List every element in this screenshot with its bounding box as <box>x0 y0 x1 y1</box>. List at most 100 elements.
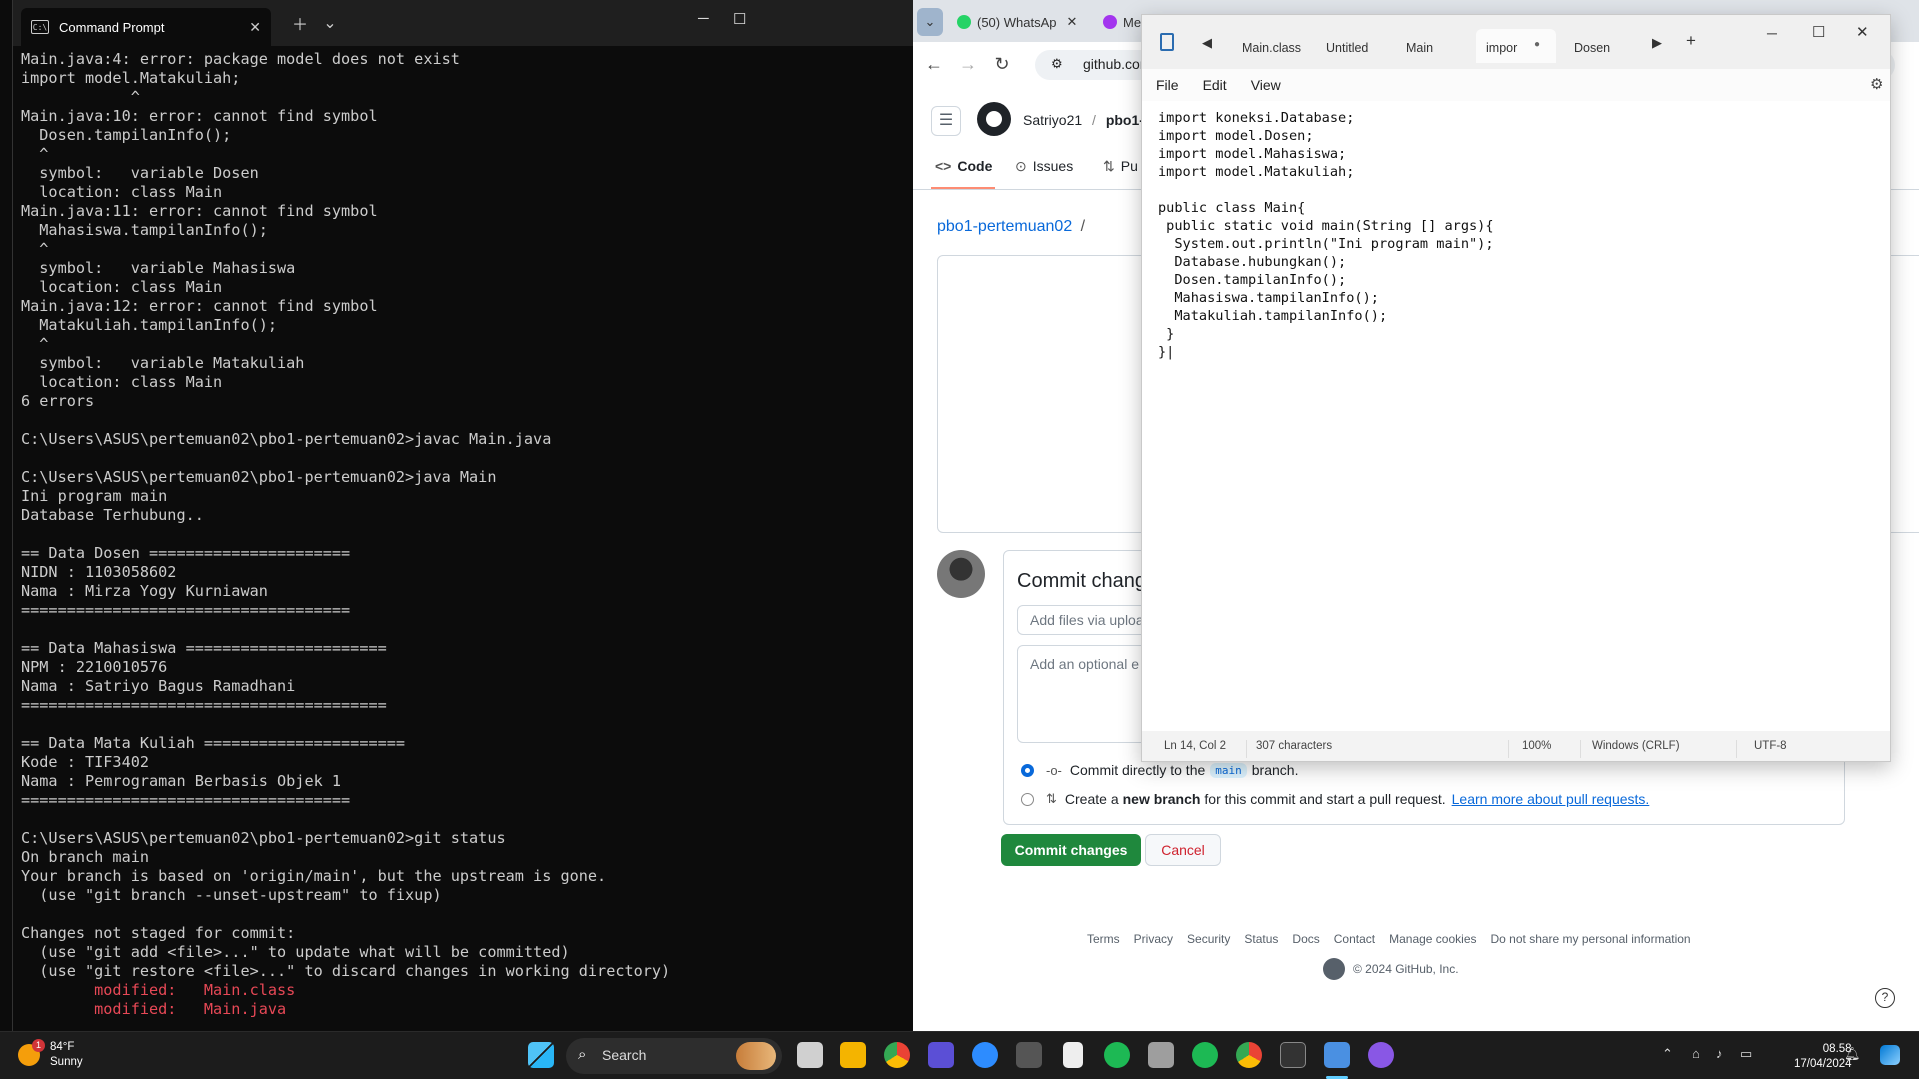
reload-button[interactable]: ↻ <box>985 54 1019 75</box>
footer-link[interactable]: Docs <box>1292 932 1319 946</box>
notepad-window: ◀ Main.class Untitled Main impor ● Dosen… <box>1141 14 1891 762</box>
tab-main-class[interactable]: Main.class <box>1232 29 1312 63</box>
repo-owner-breadcrumb[interactable]: Satriyo21 / pbo1- <box>1023 112 1144 128</box>
taskbar-search[interactable]: ⌕ Search <box>566 1038 782 1074</box>
notification-badge: 1 <box>32 1039 45 1052</box>
close-button[interactable]: ✕ <box>1856 23 1869 41</box>
footer-link[interactable]: Privacy <box>1134 932 1173 946</box>
maximize-button[interactable]: ☐ <box>733 10 746 28</box>
tab-whatsapp[interactable]: (50) WhatsAp ✕ <box>949 8 1089 36</box>
footer-link[interactable]: Terms <box>1087 932 1120 946</box>
menu-icon[interactable]: ☰ <box>931 106 961 136</box>
tab-import-active[interactable]: impor ● <box>1476 29 1556 63</box>
radio-selected-icon[interactable] <box>1021 763 1034 777</box>
pull-request-icon: ⇅ <box>1103 158 1115 174</box>
chevron-up-icon[interactable]: ⌃ <box>1662 1046 1673 1062</box>
radio-direct-label: Commit directly to the <box>1069 762 1206 778</box>
footer-link[interactable]: Status <box>1244 932 1278 946</box>
tab-main[interactable]: Main <box>1396 29 1472 63</box>
code-editor[interactable]: import koneksi.Database; import model.Do… <box>1142 101 1890 731</box>
footer-link[interactable]: Manage cookies <box>1389 932 1476 946</box>
new-tab-button[interactable]: ＋ <box>285 11 315 35</box>
chrome-icon[interactable] <box>1236 1042 1262 1068</box>
volume-icon[interactable]: ♪ <box>1716 1046 1723 1061</box>
owner-link[interactable]: Satriyo21 <box>1023 112 1082 128</box>
radio-unselected-icon[interactable] <box>1021 792 1034 806</box>
visual-studio-icon[interactable] <box>928 1042 954 1068</box>
menu-edit[interactable]: Edit <box>1203 77 1227 93</box>
status-line-ending[interactable]: Windows (CRLF) <box>1592 740 1680 752</box>
store-icon[interactable] <box>1148 1042 1174 1068</box>
terminal-icon[interactable] <box>1280 1042 1306 1068</box>
github-desktop-icon[interactable] <box>1368 1042 1394 1068</box>
radio-commit-direct[interactable]: -o- Commit directly to the main branch. <box>1021 762 1298 778</box>
file-explorer-icon[interactable] <box>840 1042 866 1068</box>
clock[interactable]: 08.58 17/04/2024 <box>1794 1042 1852 1072</box>
status-divider <box>1508 740 1509 758</box>
back-button[interactable]: ← <box>917 54 951 75</box>
file-breadcrumb[interactable]: pbo1-pertemuan02 / <box>937 218 1085 236</box>
site-info-icon[interactable]: ⚙ <box>1051 56 1063 72</box>
footer-link[interactable]: Security <box>1187 932 1230 946</box>
clock-time: 08.58 <box>1822 1043 1852 1055</box>
minimize-button[interactable]: ─ <box>698 10 709 27</box>
notepad-icon[interactable] <box>1324 1042 1350 1068</box>
tab-pull-requests[interactable]: ⇅ Pu <box>1103 158 1138 175</box>
cancel-button[interactable]: Cancel <box>1145 834 1221 866</box>
menu-file[interactable]: File <box>1156 77 1179 93</box>
tab-untitled[interactable]: Untitled <box>1316 29 1392 63</box>
issues-icon: ⊙ <box>1015 158 1027 174</box>
task-view-icon[interactable] <box>797 1042 823 1068</box>
spotify-icon[interactable] <box>1104 1042 1130 1068</box>
chrome-icon[interactable] <box>884 1042 910 1068</box>
close-icon[interactable]: ✕ <box>1066 14 1077 30</box>
notification-bell-icon[interactable]: 🔔︎ <box>1844 1046 1861 1062</box>
settings-gear-icon[interactable]: ⚙ <box>1870 75 1883 93</box>
help-icon[interactable]: ? <box>1875 988 1895 1008</box>
chevron-down-icon[interactable]: ⌄ <box>315 13 345 33</box>
terminal-output[interactable]: Main.java:4: error: package model does n… <box>13 46 914 1031</box>
terminal-line: import model.Matakuliah; <box>21 69 241 87</box>
file-icon[interactable] <box>1063 1042 1083 1068</box>
breadcrumb-repo[interactable]: pbo1-pertemuan02 <box>937 218 1072 235</box>
footer-link[interactable]: Contact <box>1334 932 1375 946</box>
tab-code[interactable]: <> Code <box>935 158 992 174</box>
tab-issues[interactable]: ⊙ Issues <box>1015 158 1073 175</box>
spotify-icon[interactable] <box>1192 1042 1218 1068</box>
terminal-line: Dosen.tampilanInfo(); <box>21 126 232 144</box>
radio-new-branch[interactable]: ⇅ Create a new branch for this commit an… <box>1021 791 1649 807</box>
minimize-button[interactable]: ─ <box>1767 25 1777 41</box>
status-zoom[interactable]: 100% <box>1522 740 1551 752</box>
network-icon[interactable]: ⌂ <box>1692 1046 1700 1061</box>
commit-changes-button[interactable]: Commit changes <box>1001 834 1141 866</box>
radio-new-label-pre: Create a <box>1064 791 1119 807</box>
scroll-tabs-left-icon[interactable]: ◀ <box>1202 35 1212 51</box>
weather-widget[interactable]: 1 84°F Sunny <box>18 1039 83 1070</box>
footer-link[interactable]: Do not share my personal information <box>1491 932 1691 946</box>
windows-start-icon[interactable] <box>528 1042 554 1068</box>
close-tab-icon[interactable]: ✕ <box>249 19 261 36</box>
github-logo-icon[interactable] <box>977 102 1011 136</box>
learn-more-link[interactable]: Learn more about pull requests. <box>1452 791 1650 807</box>
tab-dosen[interactable]: Dosen <box>1564 29 1640 63</box>
repo-link[interactable]: pbo1- <box>1106 112 1144 128</box>
battery-icon[interactable]: ▭ <box>1740 1046 1752 1062</box>
zoom-icon[interactable] <box>972 1042 998 1068</box>
tab-search-chevron-icon[interactable]: ⌄ <box>917 8 943 36</box>
forward-button[interactable]: → <box>951 54 985 75</box>
unsaved-dot-icon[interactable]: ● <box>1534 39 1540 50</box>
new-tab-button[interactable]: + <box>1686 31 1696 51</box>
github-logo-icon[interactable] <box>1323 958 1345 980</box>
copilot-icon[interactable] <box>1880 1045 1900 1065</box>
menu-view[interactable]: View <box>1251 77 1281 93</box>
unity-icon[interactable] <box>1016 1042 1042 1068</box>
scroll-tabs-right-icon[interactable]: ▶ <box>1652 35 1662 51</box>
status-encoding[interactable]: UTF-8 <box>1754 740 1787 752</box>
tab-command-prompt[interactable]: C:\ Command Prompt ✕ <box>21 8 271 46</box>
maximize-button[interactable]: ☐ <box>1812 23 1825 41</box>
terminal-line: ======================================== <box>21 696 387 714</box>
terminal-line: ==================================== <box>21 601 351 619</box>
search-label: Search <box>602 1047 647 1063</box>
